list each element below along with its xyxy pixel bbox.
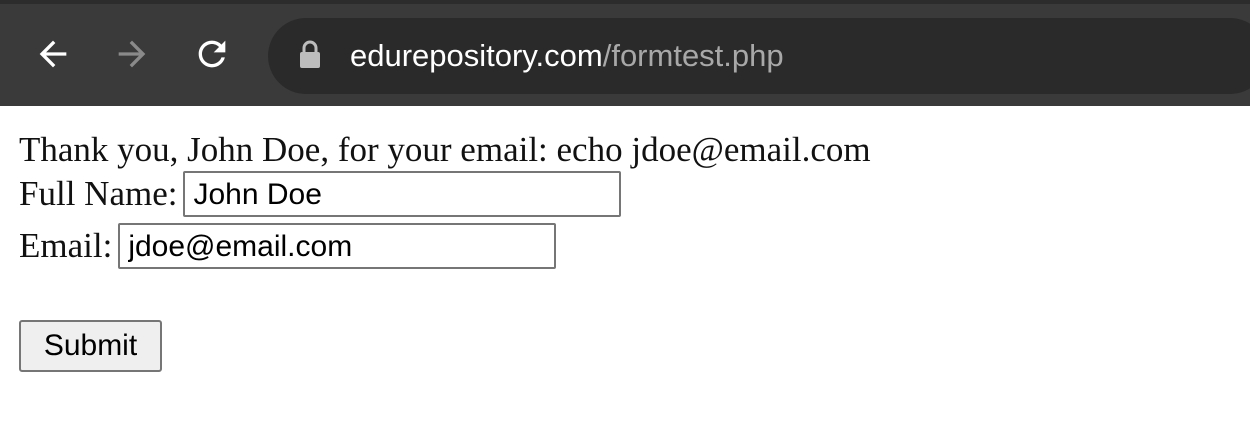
- submit-button[interactable]: Submit: [19, 320, 162, 372]
- back-button[interactable]: [27, 28, 79, 80]
- full-name-row: Full Name:: [19, 171, 622, 220]
- forward-button[interactable]: [106, 28, 158, 80]
- email-label: Email:: [19, 226, 113, 266]
- url-path: /formtest.php: [602, 38, 784, 73]
- url-host: edurepository.com: [350, 38, 603, 73]
- arrow-right-icon: [118, 40, 146, 68]
- url-text[interactable]: edurepository.com/formtest.php: [350, 36, 784, 76]
- reload-button[interactable]: [186, 28, 238, 80]
- full-name-field[interactable]: [183, 171, 622, 217]
- full-name-label: Full Name:: [19, 174, 178, 214]
- email-field[interactable]: [118, 223, 557, 269]
- thank-you-message: Thank you, John Doe, for your email: ech…: [19, 130, 871, 169]
- reload-icon: [198, 40, 226, 68]
- browser-toolbar: edurepository.com/formtest.php: [0, 0, 1250, 106]
- arrow-left-icon: [39, 40, 67, 68]
- email-row: Email:: [19, 223, 557, 272]
- lock-icon[interactable]: [298, 40, 322, 70]
